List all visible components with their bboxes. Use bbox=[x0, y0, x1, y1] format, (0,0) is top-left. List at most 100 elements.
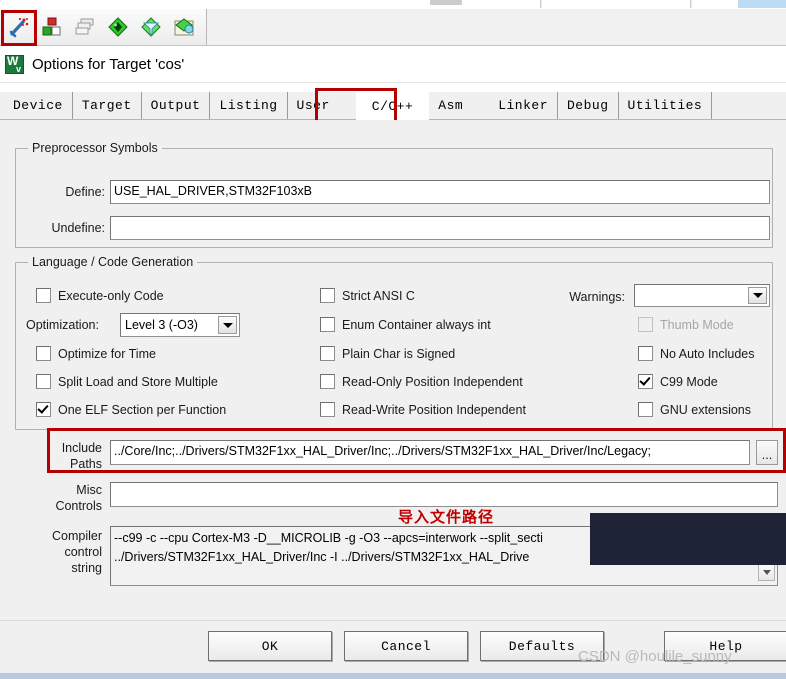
ok-button[interactable]: OK bbox=[208, 631, 332, 661]
checkbox-box bbox=[320, 346, 335, 361]
top-strip-divider-1 bbox=[540, 0, 542, 8]
label-define: Define: bbox=[65, 185, 105, 199]
cancel-button[interactable]: Cancel bbox=[344, 631, 468, 661]
tab-utilities[interactable]: Utilities bbox=[618, 92, 713, 119]
checkbox-box bbox=[320, 402, 335, 417]
top-strip-divider-2 bbox=[690, 0, 692, 8]
pack-box-icon bbox=[173, 16, 195, 38]
label-compiler-line1: Compiler bbox=[51, 529, 102, 543]
toolbar-button-batch-build[interactable] bbox=[70, 12, 100, 42]
checkbox-label: No Auto Includes bbox=[660, 346, 755, 361]
label-include-paths: Include Paths bbox=[20, 440, 102, 472]
tab-user[interactable]: User bbox=[287, 92, 356, 119]
checkbox-thumb-mode[interactable]: Thumb Mode bbox=[638, 317, 734, 332]
checkbox-box bbox=[36, 402, 51, 417]
build-blocks-icon bbox=[41, 16, 63, 38]
label-compiler-control-string: Compiler control string bbox=[20, 528, 102, 576]
chevron-down-icon[interactable] bbox=[748, 287, 767, 304]
toolbar bbox=[0, 9, 786, 46]
label-misc-controls: Misc Controls bbox=[20, 482, 102, 514]
checkbox-gnu-extensions[interactable]: GNU extensions bbox=[638, 402, 751, 417]
checkbox-label: Optimize for Time bbox=[58, 346, 156, 361]
checkbox-label: C99 Mode bbox=[660, 374, 718, 389]
checkbox-box bbox=[638, 402, 653, 417]
checkbox-label: Read-Only Position Independent bbox=[342, 374, 523, 389]
misc-controls-input[interactable] bbox=[110, 482, 778, 507]
checkbox-read-write-position-independent[interactable]: Read-Write Position Independent bbox=[320, 402, 526, 417]
optimization-select[interactable]: Level 3 (-O3) bbox=[120, 313, 240, 337]
group-label-language: Language / Code Generation bbox=[28, 255, 198, 269]
checkbox-box bbox=[638, 317, 653, 332]
dialog-titlebar: Options for Target 'cos' bbox=[0, 46, 786, 83]
label-include-line2: Paths bbox=[70, 457, 102, 471]
undefine-input[interactable] bbox=[110, 216, 770, 240]
tab-linker[interactable]: Linker bbox=[489, 92, 558, 119]
checkbox-optimize-for-time[interactable]: Optimize for Time bbox=[36, 346, 156, 361]
toolbar-button-manage-project-items[interactable] bbox=[103, 12, 133, 42]
checkbox-label: One ELF Section per Function bbox=[58, 402, 227, 417]
compiler-string-scroll-down-button[interactable] bbox=[758, 564, 775, 581]
checkbox-box bbox=[638, 346, 653, 361]
include-paths-input[interactable]: ../Core/Inc;../Drivers/STM32F1xx_HAL_Dri… bbox=[110, 440, 750, 465]
group-label-preprocessor: Preprocessor Symbols bbox=[28, 141, 162, 155]
watermark: CSDN @houlile_sunny bbox=[578, 648, 732, 665]
tab-listing[interactable]: Listing bbox=[210, 92, 288, 119]
checkbox-label: Split Load and Store Multiple bbox=[58, 374, 218, 389]
checkbox-label: Thumb Mode bbox=[660, 317, 734, 332]
label-misc-line1: Misc bbox=[76, 483, 102, 497]
green-diamond-icon bbox=[107, 16, 129, 38]
magic-wand-icon bbox=[8, 16, 30, 38]
checkbox-read-only-position-independent[interactable]: Read-Only Position Independent bbox=[320, 374, 523, 389]
checkbox-label: Execute-only Code bbox=[58, 288, 164, 303]
checkbox-enum-container-always-int[interactable]: Enum Container always int bbox=[320, 317, 491, 332]
optimization-value: Level 3 (-O3) bbox=[125, 318, 198, 332]
label-warnings: Warnings: bbox=[569, 290, 625, 304]
checkbox-box bbox=[320, 317, 335, 332]
label-optimization: Optimization: bbox=[26, 318, 99, 332]
checkbox-box bbox=[36, 288, 51, 303]
checkbox-box bbox=[320, 288, 335, 303]
checkbox-box bbox=[320, 374, 335, 389]
tab-bar: Device Target Output Listing User C/C++ … bbox=[0, 92, 786, 120]
annotation-red-note: 导入文件路径 bbox=[398, 508, 495, 526]
checkbox-label: Strict ANSI C bbox=[342, 288, 415, 303]
checkbox-label: Enum Container always int bbox=[342, 317, 491, 332]
keil-uvision-icon bbox=[5, 54, 24, 74]
toolbar-button-configuration-wizard[interactable] bbox=[136, 12, 166, 42]
label-misc-line2: Controls bbox=[55, 499, 102, 513]
warnings-select[interactable] bbox=[634, 284, 770, 307]
tab-target[interactable]: Target bbox=[72, 92, 142, 119]
label-include-line1: Include bbox=[61, 441, 102, 455]
tab-c-cpp[interactable]: C/C++ bbox=[355, 92, 430, 120]
checkbox-split-load-and-store-multiple[interactable]: Split Load and Store Multiple bbox=[36, 374, 218, 389]
checkbox-label: Read-Write Position Independent bbox=[342, 402, 526, 417]
checkbox-execute-only-code[interactable]: Execute-only Code bbox=[36, 288, 164, 303]
checkbox-no-auto-includes[interactable]: No Auto Includes bbox=[638, 346, 755, 361]
label-undefine: Undefine: bbox=[51, 221, 105, 235]
label-compiler-line3: string bbox=[71, 561, 102, 575]
checkbox-strict-ansi-c[interactable]: Strict ANSI C bbox=[320, 288, 415, 303]
redaction-overlay bbox=[590, 513, 786, 565]
funnel-diamond-icon bbox=[140, 16, 162, 38]
chevron-down-icon[interactable] bbox=[218, 316, 237, 334]
tab-debug[interactable]: Debug bbox=[558, 92, 619, 119]
toolbar-button-pack-installer[interactable] bbox=[169, 12, 199, 42]
tab-output[interactable]: Output bbox=[141, 92, 211, 119]
toolbar-button-build[interactable] bbox=[37, 12, 67, 42]
top-strip-active-chip bbox=[738, 0, 786, 8]
define-input[interactable]: USE_HAL_DRIVER,STM32F103xB bbox=[110, 180, 770, 204]
dialog-body: Preprocessor Symbols Define: USE_HAL_DRI… bbox=[0, 120, 786, 620]
top-strip-grey-chip bbox=[430, 0, 462, 5]
checkbox-box bbox=[638, 374, 653, 389]
tab-device[interactable]: Device bbox=[4, 92, 73, 119]
toolbar-button-target-options[interactable] bbox=[4, 12, 34, 42]
checkbox-plain-char-is-signed[interactable]: Plain Char is Signed bbox=[320, 346, 455, 361]
checkbox-one-elf-section-per-function[interactable]: One ELF Section per Function bbox=[36, 402, 226, 417]
checkbox-c99-mode[interactable]: C99 Mode bbox=[638, 374, 718, 389]
label-compiler-line2: control bbox=[64, 545, 102, 559]
checkbox-box bbox=[36, 346, 51, 361]
include-paths-browse-button[interactable]: ... bbox=[756, 440, 778, 465]
batch-build-stack-icon bbox=[74, 16, 96, 38]
checkbox-box bbox=[36, 374, 51, 389]
tab-asm[interactable]: Asm bbox=[429, 92, 490, 119]
